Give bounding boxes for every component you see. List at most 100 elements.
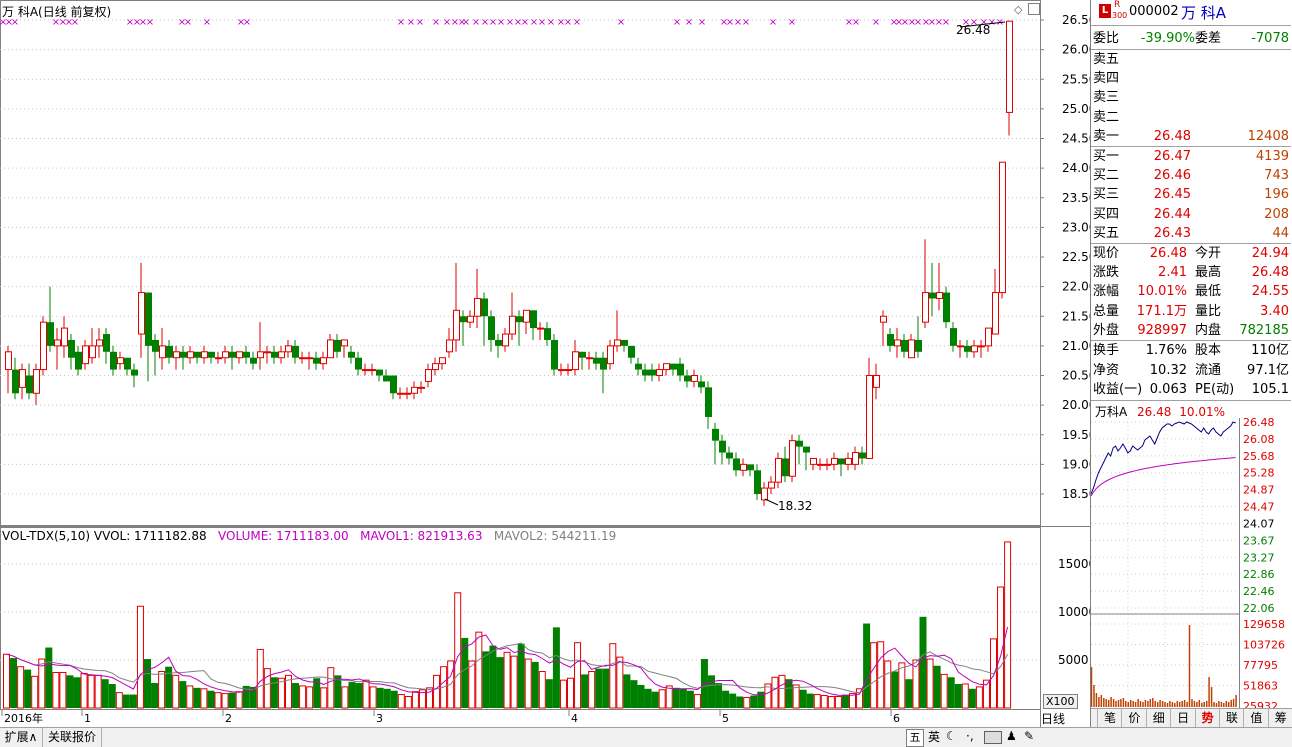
related-quotes-button[interactable]: 关联报价 — [43, 728, 102, 747]
volume-bar — [926, 658, 934, 709]
ask-row[interactable]: 卖四 — [1093, 69, 1291, 88]
panel-tab-7[interactable]: 筹 — [1267, 709, 1292, 728]
volume-bar — [87, 674, 95, 709]
candle-body — [1006, 20, 1013, 113]
mini-intraday-chart[interactable]: 26.48 26.08 25.68 25.28 24.87 24.47 24.07 23.67… — [1091, 418, 1291, 708]
bid-row[interactable]: 买二 26.46 743 — [1093, 166, 1291, 185]
ask-row[interactable]: 卖一 26.48 12408 — [1093, 127, 1291, 146]
user-icon[interactable]: ♟ — [1006, 729, 1017, 743]
bid-row[interactable]: 买一 26.47 4139 — [1093, 147, 1291, 166]
signal-marker: × — [472, 17, 480, 28]
r-badge: R — [1114, 0, 1121, 10]
volume-bar — [588, 671, 596, 709]
panel-tab-3[interactable]: 日 — [1170, 709, 1195, 728]
signal-marker: × — [416, 17, 424, 28]
mini-vol-axis-label: 77795 — [1243, 659, 1278, 672]
candle-body — [747, 464, 754, 471]
diamond-icon[interactable]: ◇ — [1014, 3, 1026, 16]
volume-bar — [940, 673, 948, 709]
volume-bar — [686, 690, 694, 708]
volume-bar — [45, 647, 53, 708]
volume-bar — [658, 689, 666, 709]
volume-bar — [609, 643, 617, 709]
ask-row[interactable]: 卖三 — [1093, 88, 1291, 107]
candle-body — [495, 339, 502, 346]
stat-value: 110亿 — [1251, 343, 1289, 358]
panel-tab-6[interactable]: 值 — [1243, 709, 1268, 728]
price-axis-label: 21.50 — [1062, 309, 1090, 323]
candle-body — [390, 375, 397, 394]
window-toggle-icon[interactable] — [1028, 3, 1040, 15]
candle-body — [859, 452, 866, 459]
dot-icon[interactable]: ·, — [966, 729, 974, 743]
volume-bar — [468, 660, 476, 709]
candle-body — [201, 351, 208, 359]
volume-bar — [743, 696, 751, 709]
panel-tabs: 笔价细日势联值筹 — [1091, 708, 1292, 728]
candle-body — [936, 292, 943, 299]
panel-tab-1[interactable]: 价 — [1121, 709, 1146, 728]
volume-bar — [841, 694, 849, 708]
volume-bar — [898, 662, 906, 709]
candle-body — [376, 369, 383, 376]
bid-row[interactable]: 买三 26.45 196 — [1093, 185, 1291, 204]
wrench-icon[interactable]: ✎ — [1024, 729, 1034, 743]
candle-body — [537, 327, 544, 330]
order-volume: 12408 — [1247, 128, 1289, 144]
volume-bar — [517, 643, 525, 708]
candle-body — [894, 339, 901, 347]
wubi-input-icon[interactable]: 五 — [906, 729, 924, 747]
expand-button[interactable]: 扩展∧ — [0, 728, 43, 747]
order-label: 卖二 — [1093, 109, 1120, 125]
panel-tab-0[interactable]: 笔 — [1097, 709, 1122, 728]
candle-body — [271, 351, 278, 358]
stat-row: 换手 1.76% 股本 110亿 — [1093, 341, 1291, 360]
candle-body — [579, 351, 586, 358]
panel-tab-2[interactable]: 细 — [1145, 709, 1171, 728]
volume-bar — [524, 658, 532, 709]
volume-bar — [954, 684, 962, 708]
candle-body — [89, 345, 96, 359]
stat-value: 97.1亿 — [1247, 362, 1289, 378]
candle-body — [348, 351, 355, 358]
stat-label: 涨幅 — [1093, 284, 1120, 300]
bid-row[interactable]: 买四 26.44 208 — [1093, 205, 1291, 224]
order-volume: 208 — [1264, 206, 1289, 222]
low-arrow — [764, 498, 779, 506]
candle-body — [978, 345, 985, 348]
candle-body — [257, 351, 264, 359]
mini-vol-axis-label: 51863 — [1243, 680, 1278, 693]
english-input-icon[interactable]: 英 — [926, 729, 942, 745]
volume-bar — [559, 679, 567, 709]
stat-label: PE(动) — [1195, 382, 1235, 398]
volume-bar — [461, 637, 469, 708]
stock-title: 万 科A — [2, 5, 39, 19]
order-label: 买二 — [1093, 168, 1120, 184]
mini-axis-label: 22.06 — [1243, 602, 1275, 615]
volume-bar — [158, 671, 166, 709]
ask-row[interactable]: 卖二 — [1093, 108, 1291, 127]
kline-chart-svg[interactable]: 26.50 26.00 25.50 25.00 24.50 24.00 23.50 23.00… — [0, 0, 1090, 727]
mavol2-value: MAVOL2: 544211.19 — [493, 529, 617, 543]
signal-marker: × — [547, 17, 555, 28]
candle-body — [159, 345, 166, 359]
panel-tab-5[interactable]: 联 — [1219, 709, 1244, 728]
stat-label: 总量 — [1093, 303, 1120, 319]
candle-body — [803, 446, 810, 453]
ask-row[interactable]: 卖五 — [1093, 50, 1291, 69]
panel-tab-4[interactable]: 势 — [1194, 709, 1220, 728]
stat-label: 股本 — [1195, 343, 1222, 358]
kline-chart-area[interactable]: 26.50 26.00 25.50 25.00 24.50 24.00 23.50 23.00… — [0, 0, 1090, 727]
bid-row[interactable]: 买五 26.43 44 — [1093, 224, 1291, 243]
volume-bar — [581, 674, 589, 708]
candle-body — [845, 457, 852, 465]
keyboard-icon[interactable] — [984, 731, 1002, 744]
signal-marker: × — [617, 17, 625, 28]
moon-icon[interactable]: ☾ — [946, 729, 957, 743]
volume-bar — [693, 694, 701, 709]
candle-body — [943, 292, 950, 323]
volume-bar — [59, 671, 67, 709]
period-tab[interactable]: 日线 — [1041, 710, 1065, 727]
candle-body — [523, 309, 530, 323]
volume-unit: X100 — [1043, 694, 1078, 709]
